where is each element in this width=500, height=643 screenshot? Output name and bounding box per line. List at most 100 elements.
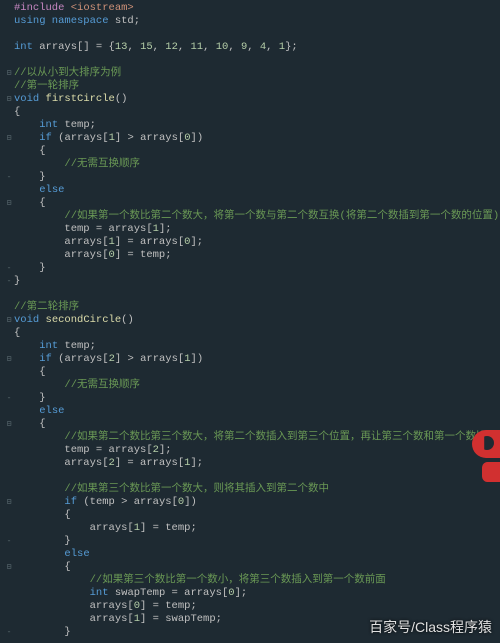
fold-marker-icon[interactable]: ⊟: [4, 132, 14, 145]
code-editor[interactable]: #include <iostream>using namespace std; i…: [0, 0, 500, 643]
fold-marker-icon: [4, 613, 14, 626]
code-line[interactable]: int arrays[] = {13, 15, 12, 11, 10, 9, 4…: [4, 41, 499, 54]
fold-marker-icon[interactable]: -: [4, 626, 14, 639]
code-line[interactable]: ⊟ if (arrays[2] > arrays[1]): [4, 353, 499, 366]
code-line[interactable]: [4, 54, 499, 67]
fold-marker-icon[interactable]: -: [4, 275, 14, 288]
fold-marker-icon[interactable]: ⊟: [4, 197, 14, 210]
code-line[interactable]: {: [4, 145, 499, 158]
code-text: else: [14, 405, 64, 418]
code-area[interactable]: #include <iostream>using namespace std; i…: [0, 0, 499, 643]
code-text: int arrays[] = {13, 15, 12, 11, 10, 9, 4…: [14, 41, 298, 54]
fold-marker-icon: [4, 574, 14, 587]
fold-marker-icon: [4, 457, 14, 470]
code-line[interactable]: ⊟ {: [4, 197, 499, 210]
fold-marker-icon[interactable]: ⊟: [4, 353, 14, 366]
code-line[interactable]: //第一轮排序: [4, 80, 499, 93]
code-text: //无需互换顺序: [14, 158, 140, 171]
fold-marker-icon[interactable]: ⊟: [4, 561, 14, 574]
code-line[interactable]: ⊟ if (temp > arrays[0]): [4, 496, 499, 509]
code-text: temp = arrays[1];: [14, 223, 172, 236]
code-text: }: [14, 275, 20, 288]
code-line[interactable]: arrays[1] = temp;: [4, 522, 499, 535]
code-line[interactable]: ⊟ if (arrays[1] > arrays[0]): [4, 132, 499, 145]
code-line[interactable]: else: [4, 405, 499, 418]
code-text: else: [14, 184, 64, 197]
fold-marker-icon[interactable]: ⊟: [4, 93, 14, 106]
code-line[interactable]: //无需互换顺序: [4, 158, 499, 171]
brand-badge-icon-2: [482, 462, 500, 482]
code-text: {: [14, 145, 46, 158]
code-line[interactable]: {: [4, 106, 499, 119]
code-text: }: [14, 392, 46, 405]
code-text: arrays[1] = arrays[0];: [14, 236, 203, 249]
fold-marker-icon[interactable]: ⊟: [4, 496, 14, 509]
code-line[interactable]: {: [4, 366, 499, 379]
code-line[interactable]: arrays[0] = temp;: [4, 249, 499, 262]
code-text: }: [14, 626, 71, 639]
fold-marker-icon[interactable]: -: [4, 392, 14, 405]
code-line[interactable]: temp = arrays[2];: [4, 444, 499, 457]
code-line[interactable]: [4, 288, 499, 301]
code-line[interactable]: - }: [4, 535, 499, 548]
fold-marker-icon: [4, 41, 14, 54]
code-line[interactable]: using namespace std;: [4, 15, 499, 28]
watermark-text: 百家号/Class程序猿: [369, 617, 492, 637]
fold-marker-icon: [4, 379, 14, 392]
code-text: int temp;: [14, 119, 96, 132]
fold-marker-icon: [4, 119, 14, 132]
code-line[interactable]: //如果第三个数比第一个数小，将第三个数插入到第一个数前面: [4, 574, 499, 587]
fold-marker-icon[interactable]: ⊟: [4, 314, 14, 327]
code-line[interactable]: - }: [4, 262, 499, 275]
code-line[interactable]: //如果第一个数比第二个数大，将第一个数与第二个数互换(将第二个数插到第一个数的…: [4, 210, 499, 223]
code-line[interactable]: int temp;: [4, 340, 499, 353]
code-line[interactable]: ⊟ {: [4, 418, 499, 431]
code-line[interactable]: {: [4, 509, 499, 522]
fold-marker-icon: [4, 2, 14, 15]
code-line[interactable]: ⊟void secondCircle(): [4, 314, 499, 327]
code-line[interactable]: #include <iostream>: [4, 2, 499, 15]
fold-marker-icon: [4, 158, 14, 171]
code-line[interactable]: - }: [4, 392, 499, 405]
code-line[interactable]: arrays[2] = arrays[1];: [4, 457, 499, 470]
fold-marker-icon[interactable]: ⊟: [4, 418, 14, 431]
code-line[interactable]: -}: [4, 275, 499, 288]
fold-marker-icon: [4, 548, 14, 561]
code-line[interactable]: //如果第三个数比第一个数大，则将其插入到第二个数中: [4, 483, 499, 496]
code-line[interactable]: else: [4, 548, 499, 561]
code-line[interactable]: [4, 470, 499, 483]
code-line[interactable]: ⊟//以从小到大排序为例: [4, 67, 499, 80]
code-line[interactable]: //第二轮排序: [4, 301, 499, 314]
fold-marker-icon: [4, 301, 14, 314]
fold-marker-icon[interactable]: ⊟: [4, 67, 14, 80]
fold-marker-icon: [4, 223, 14, 236]
code-line[interactable]: int temp;: [4, 119, 499, 132]
code-line[interactable]: arrays[1] = arrays[0];: [4, 236, 499, 249]
code-text: arrays[0] = temp;: [14, 600, 197, 613]
code-line[interactable]: temp = arrays[1];: [4, 223, 499, 236]
code-line[interactable]: [4, 28, 499, 41]
code-text: void secondCircle(): [14, 314, 134, 327]
code-line[interactable]: ⊟ {: [4, 561, 499, 574]
fold-marker-icon: [4, 483, 14, 496]
fold-marker-icon: [4, 509, 14, 522]
code-text: {: [14, 106, 20, 119]
code-line[interactable]: ⊟void firstCircle(): [4, 93, 499, 106]
code-line[interactable]: {: [4, 327, 499, 340]
code-text: //如果第一个数比第二个数大，将第一个数与第二个数互换(将第二个数插到第一个数的…: [14, 210, 499, 223]
fold-marker-icon[interactable]: -: [4, 171, 14, 184]
fold-marker-icon[interactable]: -: [4, 262, 14, 275]
code-line[interactable]: arrays[0] = temp;: [4, 600, 499, 613]
code-text: {: [14, 366, 46, 379]
code-text: arrays[1] = swapTemp;: [14, 613, 222, 626]
code-text: temp = arrays[2];: [14, 444, 172, 457]
code-line[interactable]: //无需互换顺序: [4, 379, 499, 392]
fold-marker-icon[interactable]: -: [4, 535, 14, 548]
code-line[interactable]: else: [4, 184, 499, 197]
code-text: int temp;: [14, 340, 96, 353]
code-text: if (temp > arrays[0]): [14, 496, 197, 509]
code-line[interactable]: int swapTemp = arrays[0];: [4, 587, 499, 600]
code-line[interactable]: - }: [4, 171, 499, 184]
code-line[interactable]: //如果第二个数比第三个数大，将第二个数插入到第三个位置，再让第三个数和第一个数…: [4, 431, 499, 444]
code-text: int swapTemp = arrays[0];: [14, 587, 247, 600]
